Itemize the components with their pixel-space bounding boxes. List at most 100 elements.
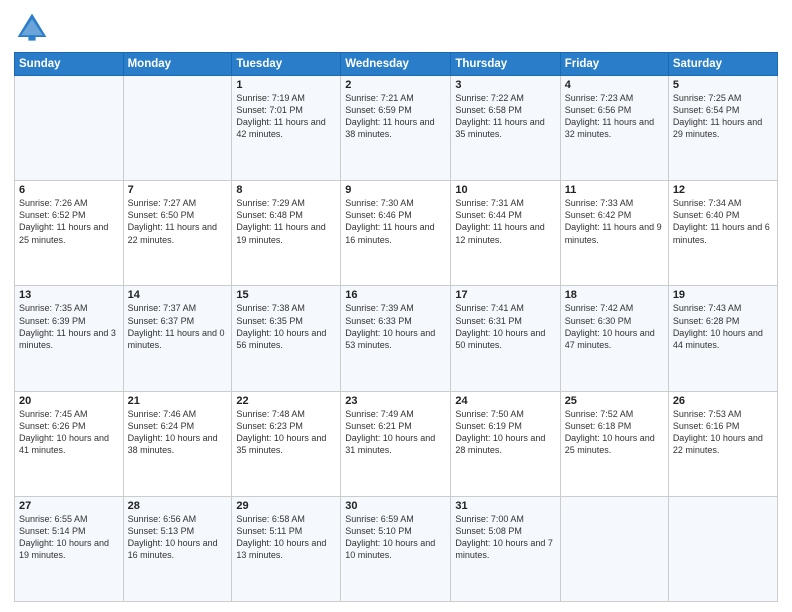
day-detail: Sunrise: 7:49 AM Sunset: 6:21 PM Dayligh… [345, 409, 435, 455]
day-number: 8 [236, 184, 336, 196]
day-detail: Sunrise: 7:53 AM Sunset: 6:16 PM Dayligh… [673, 409, 763, 455]
day-detail: Sunrise: 6:55 AM Sunset: 5:14 PM Dayligh… [19, 514, 109, 560]
day-detail: Sunrise: 6:56 AM Sunset: 5:13 PM Dayligh… [128, 514, 218, 560]
day-detail: Sunrise: 7:33 AM Sunset: 6:42 PM Dayligh… [565, 198, 662, 244]
calendar-cell: 30 Sunrise: 6:59 AM Sunset: 5:10 PM Dayli… [341, 496, 451, 601]
day-number: 6 [19, 184, 119, 196]
day-number: 22 [236, 395, 336, 407]
day-detail: Sunrise: 7:46 AM Sunset: 6:24 PM Dayligh… [128, 409, 218, 455]
calendar-cell: 28 Sunrise: 6:56 AM Sunset: 5:13 PM Dayli… [123, 496, 232, 601]
day-detail: Sunrise: 7:19 AM Sunset: 7:01 PM Dayligh… [236, 93, 325, 139]
day-header-monday: Monday [123, 53, 232, 76]
day-detail: Sunrise: 7:39 AM Sunset: 6:33 PM Dayligh… [345, 303, 435, 349]
calendar-cell: 19 Sunrise: 7:43 AM Sunset: 6:28 PM Dayli… [668, 286, 777, 391]
day-number: 2 [345, 79, 446, 91]
logo-icon [14, 10, 50, 46]
calendar-week-5: 27 Sunrise: 6:55 AM Sunset: 5:14 PM Dayli… [15, 496, 778, 601]
calendar-cell: 16 Sunrise: 7:39 AM Sunset: 6:33 PM Dayli… [341, 286, 451, 391]
day-header-sunday: Sunday [15, 53, 124, 76]
day-detail: Sunrise: 7:37 AM Sunset: 6:37 PM Dayligh… [128, 303, 225, 349]
day-detail: Sunrise: 7:52 AM Sunset: 6:18 PM Dayligh… [565, 409, 655, 455]
calendar-cell: 10 Sunrise: 7:31 AM Sunset: 6:44 PM Dayli… [451, 181, 560, 286]
calendar-cell: 9 Sunrise: 7:30 AM Sunset: 6:46 PM Daylig… [341, 181, 451, 286]
day-number: 5 [673, 79, 773, 91]
day-detail: Sunrise: 7:00 AM Sunset: 5:08 PM Dayligh… [455, 514, 553, 560]
day-number: 14 [128, 289, 228, 301]
day-number: 7 [128, 184, 228, 196]
day-detail: Sunrise: 6:58 AM Sunset: 5:11 PM Dayligh… [236, 514, 326, 560]
calendar-week-4: 20Sunrise: 7:45 AM Sunset: 6:26 PM Dayli… [15, 391, 778, 496]
day-detail: Sunrise: 7:41 AM Sunset: 6:31 PM Dayligh… [455, 303, 545, 349]
day-number: 4 [565, 79, 664, 91]
calendar-cell: 15Sunrise: 7:38 AM Sunset: 6:35 PM Dayli… [232, 286, 341, 391]
day-detail: Sunrise: 7:22 AM Sunset: 6:58 PM Dayligh… [455, 93, 544, 139]
calendar-week-3: 13 Sunrise: 7:35 AM Sunset: 6:39 PM Dayli… [15, 286, 778, 391]
calendar-cell: 20Sunrise: 7:45 AM Sunset: 6:26 PM Dayli… [15, 391, 124, 496]
day-detail: Sunrise: 7:48 AM Sunset: 6:23 PM Dayligh… [236, 409, 326, 455]
calendar-cell: 6Sunrise: 7:26 AM Sunset: 6:52 PM Daylig… [15, 181, 124, 286]
day-header-thursday: Thursday [451, 53, 560, 76]
day-number: 20 [19, 395, 119, 407]
calendar-week-2: 6Sunrise: 7:26 AM Sunset: 6:52 PM Daylig… [15, 181, 778, 286]
day-detail: Sunrise: 7:34 AM Sunset: 6:40 PM Dayligh… [673, 198, 770, 244]
day-number: 28 [128, 500, 228, 512]
calendar-cell [560, 496, 668, 601]
day-number: 15 [236, 289, 336, 301]
day-detail: Sunrise: 7:23 AM Sunset: 6:56 PM Dayligh… [565, 93, 654, 139]
calendar-cell: 4 Sunrise: 7:23 AM Sunset: 6:56 PM Daylig… [560, 76, 668, 181]
day-detail: Sunrise: 7:31 AM Sunset: 6:44 PM Dayligh… [455, 198, 544, 244]
calendar-cell: 3 Sunrise: 7:22 AM Sunset: 6:58 PM Daylig… [451, 76, 560, 181]
calendar-cell [123, 76, 232, 181]
day-number: 23 [345, 395, 446, 407]
calendar-cell: 11 Sunrise: 7:33 AM Sunset: 6:42 PM Dayli… [560, 181, 668, 286]
day-detail: Sunrise: 7:29 AM Sunset: 6:48 PM Dayligh… [236, 198, 325, 244]
day-detail: Sunrise: 7:30 AM Sunset: 6:46 PM Dayligh… [345, 198, 434, 244]
day-header-tuesday: Tuesday [232, 53, 341, 76]
calendar-cell [15, 76, 124, 181]
day-number: 19 [673, 289, 773, 301]
day-number: 31 [455, 500, 555, 512]
calendar-cell: 17Sunrise: 7:41 AM Sunset: 6:31 PM Dayli… [451, 286, 560, 391]
calendar-cell [668, 496, 777, 601]
calendar-cell: 22 Sunrise: 7:48 AM Sunset: 6:23 PM Dayli… [232, 391, 341, 496]
day-number: 21 [128, 395, 228, 407]
day-number: 29 [236, 500, 336, 512]
day-number: 10 [455, 184, 555, 196]
day-number: 1 [236, 79, 336, 91]
day-header-saturday: Saturday [668, 53, 777, 76]
calendar-table: SundayMondayTuesdayWednesdayThursdayFrid… [14, 52, 778, 602]
day-number: 11 [565, 184, 664, 196]
calendar-cell: 18Sunrise: 7:42 AM Sunset: 6:30 PM Dayli… [560, 286, 668, 391]
day-detail: Sunrise: 7:50 AM Sunset: 6:19 PM Dayligh… [455, 409, 545, 455]
calendar-cell: 26 Sunrise: 7:53 AM Sunset: 6:16 PM Dayli… [668, 391, 777, 496]
day-number: 16 [345, 289, 446, 301]
day-number: 13 [19, 289, 119, 301]
day-detail: Sunrise: 7:21 AM Sunset: 6:59 PM Dayligh… [345, 93, 434, 139]
day-number: 3 [455, 79, 555, 91]
calendar-cell: 21 Sunrise: 7:46 AM Sunset: 6:24 PM Dayli… [123, 391, 232, 496]
day-number: 24 [455, 395, 555, 407]
calendar-cell: 2 Sunrise: 7:21 AM Sunset: 6:59 PM Daylig… [341, 76, 451, 181]
calendar-week-1: 1 Sunrise: 7:19 AM Sunset: 7:01 PM Daylig… [15, 76, 778, 181]
day-number: 12 [673, 184, 773, 196]
day-number: 25 [565, 395, 664, 407]
day-detail: Sunrise: 7:43 AM Sunset: 6:28 PM Dayligh… [673, 303, 763, 349]
calendar-cell: 27 Sunrise: 6:55 AM Sunset: 5:14 PM Dayli… [15, 496, 124, 601]
day-number: 27 [19, 500, 119, 512]
day-detail: Sunrise: 7:35 AM Sunset: 6:39 PM Dayligh… [19, 303, 116, 349]
logo [14, 10, 54, 46]
calendar-cell: 13 Sunrise: 7:35 AM Sunset: 6:39 PM Dayli… [15, 286, 124, 391]
day-number: 30 [345, 500, 446, 512]
day-header-friday: Friday [560, 53, 668, 76]
day-detail: Sunrise: 7:25 AM Sunset: 6:54 PM Dayligh… [673, 93, 762, 139]
day-number: 18 [565, 289, 664, 301]
calendar-header-row: SundayMondayTuesdayWednesdayThursdayFrid… [15, 53, 778, 76]
calendar-cell: 14 Sunrise: 7:37 AM Sunset: 6:37 PM Dayli… [123, 286, 232, 391]
calendar-cell: 8 Sunrise: 7:29 AM Sunset: 6:48 PM Daylig… [232, 181, 341, 286]
day-number: 9 [345, 184, 446, 196]
day-number: 26 [673, 395, 773, 407]
day-header-wednesday: Wednesday [341, 53, 451, 76]
calendar-cell: 24 Sunrise: 7:50 AM Sunset: 6:19 PM Dayli… [451, 391, 560, 496]
calendar-cell: 31 Sunrise: 7:00 AM Sunset: 5:08 PM Dayli… [451, 496, 560, 601]
day-detail: Sunrise: 6:59 AM Sunset: 5:10 PM Dayligh… [345, 514, 435, 560]
